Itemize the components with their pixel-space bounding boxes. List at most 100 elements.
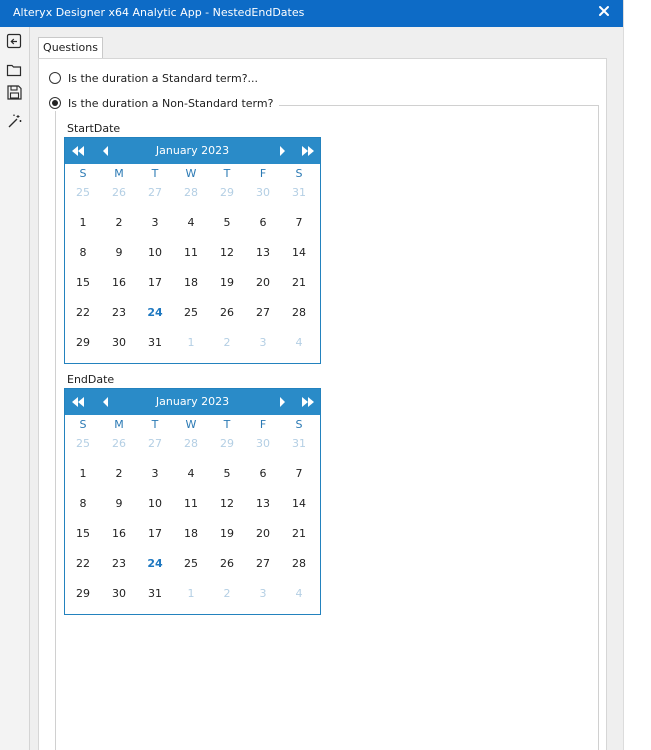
day-cell[interactable]: 12: [209, 489, 245, 519]
day-cell[interactable]: 31: [137, 328, 173, 358]
day-cell[interactable]: 24: [137, 549, 173, 579]
day-cell[interactable]: 25: [65, 435, 101, 459]
day-cell[interactable]: 16: [101, 268, 137, 298]
day-cell[interactable]: 17: [137, 268, 173, 298]
day-cell[interactable]: 1: [65, 459, 101, 489]
day-cell[interactable]: 31: [281, 435, 317, 459]
day-cell[interactable]: 31: [281, 184, 317, 208]
day-cell[interactable]: 25: [65, 184, 101, 208]
day-cell[interactable]: 28: [281, 549, 317, 579]
day-cell[interactable]: 1: [173, 328, 209, 358]
previous-month-icon[interactable]: [99, 146, 113, 156]
day-cell[interactable]: 7: [281, 459, 317, 489]
day-cell[interactable]: 2: [209, 328, 245, 358]
previous-year-icon[interactable]: [71, 146, 85, 156]
day-cell[interactable]: 28: [173, 184, 209, 208]
day-cell[interactable]: 31: [137, 579, 173, 609]
day-cell[interactable]: 19: [209, 519, 245, 549]
previous-year-icon[interactable]: [71, 397, 85, 407]
day-cell[interactable]: 14: [281, 238, 317, 268]
day-cell[interactable]: 15: [65, 519, 101, 549]
day-cell[interactable]: 20: [245, 268, 281, 298]
day-cell[interactable]: 25: [173, 298, 209, 328]
day-cell[interactable]: 5: [209, 208, 245, 238]
day-cell[interactable]: 22: [65, 298, 101, 328]
day-cell[interactable]: 27: [137, 435, 173, 459]
day-cell[interactable]: 17: [137, 519, 173, 549]
day-cell[interactable]: 4: [173, 459, 209, 489]
next-month-icon[interactable]: [275, 146, 289, 156]
day-cell[interactable]: 30: [101, 328, 137, 358]
day-cell[interactable]: 2: [209, 579, 245, 609]
day-cell[interactable]: 3: [137, 208, 173, 238]
next-year-icon[interactable]: [301, 397, 315, 407]
day-cell[interactable]: 15: [65, 268, 101, 298]
day-cell[interactable]: 5: [209, 459, 245, 489]
day-cell[interactable]: 26: [209, 549, 245, 579]
next-year-icon[interactable]: [301, 146, 315, 156]
tab-questions[interactable]: Questions: [38, 37, 103, 59]
day-cell[interactable]: 3: [245, 579, 281, 609]
day-cell[interactable]: 28: [281, 298, 317, 328]
day-cell[interactable]: 27: [245, 298, 281, 328]
day-cell[interactable]: 30: [101, 579, 137, 609]
day-cell[interactable]: 30: [245, 435, 281, 459]
day-cell[interactable]: 29: [65, 328, 101, 358]
day-cell[interactable]: 27: [137, 184, 173, 208]
day-cell[interactable]: 4: [173, 208, 209, 238]
day-cell[interactable]: 29: [209, 435, 245, 459]
day-cell[interactable]: 3: [245, 328, 281, 358]
day-cell[interactable]: 21: [281, 268, 317, 298]
day-cell[interactable]: 8: [65, 238, 101, 268]
day-cell[interactable]: 2: [101, 459, 137, 489]
day-cell[interactable]: 26: [209, 298, 245, 328]
day-cell[interactable]: 13: [245, 238, 281, 268]
day-cell[interactable]: 6: [245, 208, 281, 238]
day-cell[interactable]: 4: [281, 579, 317, 609]
day-cell[interactable]: 23: [101, 549, 137, 579]
day-cell[interactable]: 8: [65, 489, 101, 519]
day-cell[interactable]: 4: [281, 328, 317, 358]
day-cell[interactable]: 14: [281, 489, 317, 519]
day-cell[interactable]: 9: [101, 238, 137, 268]
day-cell[interactable]: 28: [173, 435, 209, 459]
day-cell[interactable]: 26: [101, 435, 137, 459]
day-cell[interactable]: 24: [137, 298, 173, 328]
day-cell[interactable]: 25: [173, 549, 209, 579]
day-cell[interactable]: 19: [209, 268, 245, 298]
day-cell[interactable]: 11: [173, 238, 209, 268]
open-folder-icon[interactable]: [6, 62, 23, 79]
day-cell[interactable]: 11: [173, 489, 209, 519]
next-month-icon[interactable]: [275, 397, 289, 407]
day-cell[interactable]: 2: [101, 208, 137, 238]
back-icon[interactable]: [6, 33, 23, 50]
day-cell[interactable]: 6: [245, 459, 281, 489]
day-cell[interactable]: 7: [281, 208, 317, 238]
save-icon[interactable]: [6, 84, 23, 101]
day-cell[interactable]: 13: [245, 489, 281, 519]
option-nonstandard-term[interactable]: Is the duration a Non-Standard term?: [49, 95, 280, 111]
day-cell[interactable]: 27: [245, 549, 281, 579]
close-icon[interactable]: [597, 4, 611, 18]
day-cell[interactable]: 12: [209, 238, 245, 268]
day-cell[interactable]: 18: [173, 268, 209, 298]
day-cell[interactable]: 3: [137, 459, 173, 489]
day-cell[interactable]: 20: [245, 519, 281, 549]
radio-nonstandard[interactable]: [49, 97, 61, 109]
day-cell[interactable]: 29: [65, 579, 101, 609]
day-cell[interactable]: 1: [65, 208, 101, 238]
day-cell[interactable]: 30: [245, 184, 281, 208]
previous-month-icon[interactable]: [99, 397, 113, 407]
day-cell[interactable]: 22: [65, 549, 101, 579]
day-cell[interactable]: 21: [281, 519, 317, 549]
day-cell[interactable]: 10: [137, 238, 173, 268]
day-cell[interactable]: 9: [101, 489, 137, 519]
day-cell[interactable]: 18: [173, 519, 209, 549]
day-cell[interactable]: 1: [173, 579, 209, 609]
day-cell[interactable]: 16: [101, 519, 137, 549]
day-cell[interactable]: 10: [137, 489, 173, 519]
option-standard-term[interactable]: Is the duration a Standard term?...: [49, 70, 258, 86]
radio-standard[interactable]: [49, 72, 61, 84]
day-cell[interactable]: 26: [101, 184, 137, 208]
magic-wand-icon[interactable]: [6, 113, 23, 130]
